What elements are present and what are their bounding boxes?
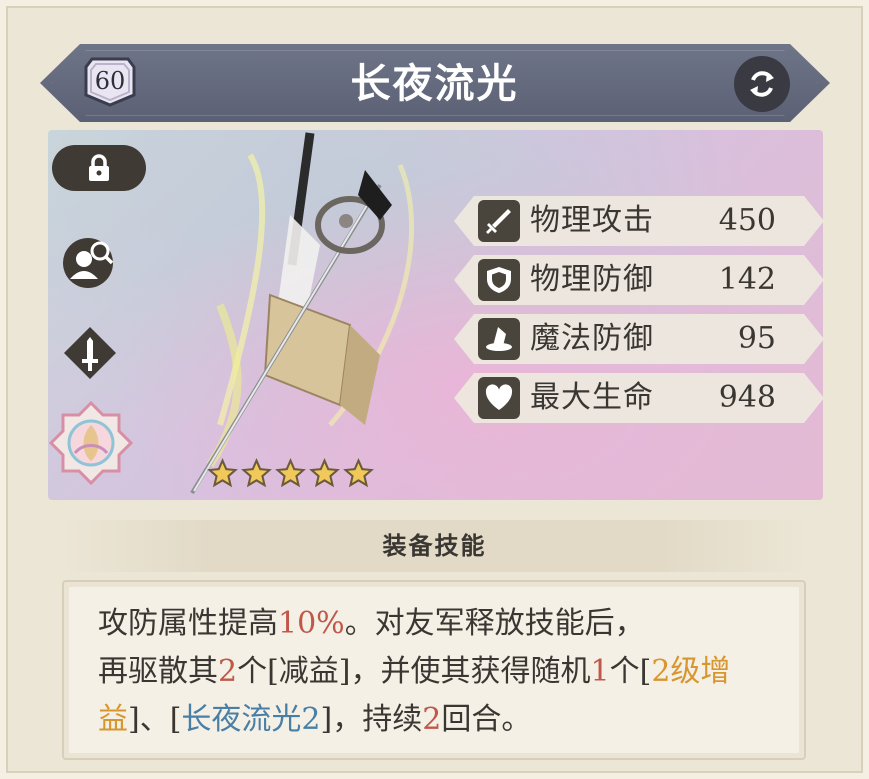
- lock-icon: [89, 154, 109, 181]
- lock-button[interactable]: [52, 145, 146, 191]
- skill-text-segment: ]、[: [128, 702, 182, 737]
- rarity-stars: [207, 458, 377, 492]
- weapon-type-icon[interactable]: [62, 325, 118, 381]
- skill-text-segment: 个[: [609, 654, 652, 689]
- person-search-icon: [63, 238, 114, 288]
- stat-label: 最大生命: [530, 380, 654, 415]
- swap-icon: [750, 71, 774, 97]
- stat-value: 95: [737, 321, 776, 356]
- sword-icon: [486, 209, 511, 234]
- stat-value: 142: [718, 262, 776, 297]
- stat-icon-box: [478, 200, 520, 242]
- faction-emblem-icon[interactable]: [46, 398, 136, 488]
- star-icon: [207, 458, 238, 488]
- skill-effect-keyword[interactable]: 长夜流光2: [181, 702, 320, 737]
- skill-highlight-value: 2: [422, 702, 442, 737]
- stat-label: 魔法防御: [530, 321, 654, 356]
- inspect-button[interactable]: [60, 233, 120, 289]
- skill-text-segment: 攻防属性提高: [98, 606, 278, 641]
- skill-text-segment: 再驱散其: [98, 654, 218, 689]
- star-icon: [241, 458, 272, 488]
- skill-highlight-value: 1: [590, 654, 610, 689]
- stat-label: 物理防御: [530, 262, 654, 297]
- heart-icon: [485, 384, 513, 410]
- stat-icon-box: [478, 377, 520, 419]
- star-icon: [309, 458, 340, 488]
- stat-label: 物理攻击: [530, 203, 654, 238]
- star-icon: [275, 458, 306, 488]
- skill-text-segment: 。对友军释放技能后，: [344, 606, 645, 641]
- skill-highlight-value: 2: [218, 654, 238, 689]
- star-icon: [343, 458, 374, 488]
- skill-text-segment: 个[减益]，并使其获得随机: [237, 654, 591, 689]
- swap-button[interactable]: [734, 56, 790, 112]
- stat-icon-box: [478, 318, 520, 360]
- skill-text-segment: 回合。: [441, 702, 532, 737]
- wizard-hat-icon: [486, 327, 512, 351]
- skill-text-segment: ]，持续: [320, 702, 423, 737]
- rapier-artwork: [190, 132, 415, 495]
- stat-icon-box: [478, 259, 520, 301]
- skill-description: 攻防属性提高10%。对友军释放技能后， 再驱散其2个[减益]，并使其获得随机1个…: [98, 600, 788, 744]
- shield-icon: [487, 267, 511, 293]
- stat-value: 948: [718, 380, 776, 415]
- skill-highlight-value: 10%: [278, 606, 345, 641]
- stat-value: 450: [718, 203, 776, 238]
- skill-section-title: 装备技能: [382, 531, 487, 560]
